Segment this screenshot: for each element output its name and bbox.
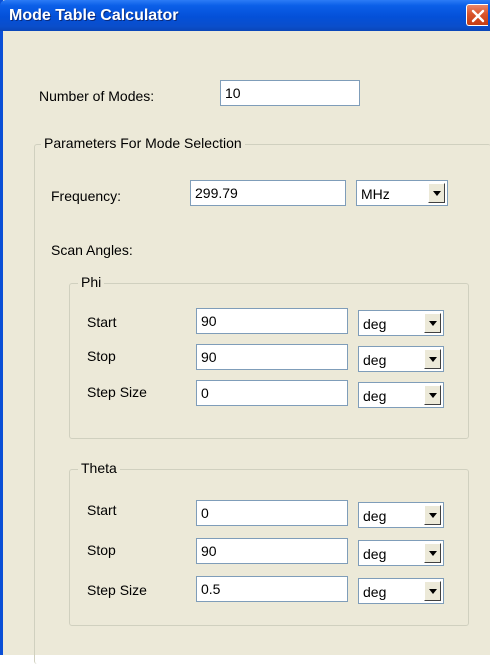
number-of-modes-input[interactable] — [220, 80, 360, 106]
title-bar[interactable]: Mode Table Calculator — [0, 0, 490, 31]
window-title: Mode Table Calculator — [9, 7, 179, 24]
mode-table-calculator-window: Mode Table Calculator Number of Modes: P… — [0, 0, 490, 664]
chevron-down-icon — [429, 321, 437, 326]
theta-start-input[interactable] — [196, 500, 348, 526]
dropdown-arrow-button[interactable] — [424, 349, 441, 369]
scan-angles-label: Scan Angles: — [51, 242, 133, 258]
number-of-modes-label: Number of Modes: — [39, 88, 155, 104]
parameters-group-title: Parameters For Mode Selection — [41, 135, 245, 151]
phi-step-size-label: Step Size — [87, 384, 147, 400]
theta-start-unit-value: deg — [363, 508, 387, 524]
phi-stop-unit-value: deg — [363, 352, 387, 368]
theta-step-size-input[interactable] — [196, 576, 348, 602]
chevron-down-icon — [429, 357, 437, 362]
theta-stop-unit-select[interactable]: deg — [358, 540, 444, 566]
dropdown-arrow-button[interactable] — [424, 505, 441, 525]
phi-start-label: Start — [87, 314, 117, 330]
frequency-unit-value: MHz — [361, 186, 390, 202]
frequency-input[interactable] — [190, 180, 346, 206]
theta-group-title: Theta — [78, 460, 120, 476]
chevron-down-icon — [429, 393, 437, 398]
close-icon — [471, 9, 485, 23]
phi-stop-unit-select[interactable]: deg — [358, 346, 444, 372]
chevron-down-icon — [429, 513, 437, 518]
dropdown-arrow-button[interactable] — [424, 385, 441, 405]
phi-step-size-input[interactable] — [196, 380, 348, 406]
theta-start-label: Start — [87, 502, 117, 518]
dropdown-arrow-button[interactable] — [428, 183, 445, 203]
dropdown-arrow-button[interactable] — [424, 313, 441, 333]
chevron-down-icon — [429, 589, 437, 594]
theta-stop-input[interactable] — [196, 538, 348, 564]
theta-step-size-unit-select[interactable]: deg — [358, 578, 444, 604]
phi-start-unit-value: deg — [363, 316, 387, 332]
phi-start-input[interactable] — [196, 308, 348, 334]
theta-start-unit-select[interactable]: deg — [358, 502, 444, 528]
close-button[interactable] — [466, 4, 488, 26]
theta-step-size-label: Step Size — [87, 582, 147, 598]
phi-step-size-unit-value: deg — [363, 388, 387, 404]
phi-step-size-unit-select[interactable]: deg — [358, 382, 444, 408]
frequency-unit-select[interactable]: MHz — [356, 180, 448, 206]
dropdown-arrow-button[interactable] — [424, 543, 441, 563]
dropdown-arrow-button[interactable] — [424, 581, 441, 601]
theta-stop-label: Stop — [87, 542, 116, 558]
chevron-down-icon — [429, 551, 437, 556]
theta-stop-unit-value: deg — [363, 546, 387, 562]
phi-start-unit-select[interactable]: deg — [358, 310, 444, 336]
phi-stop-input[interactable] — [196, 344, 348, 370]
theta-step-size-unit-value: deg — [363, 584, 387, 600]
phi-stop-label: Stop — [87, 348, 116, 364]
frequency-label: Frequency: — [51, 188, 122, 204]
chevron-down-icon — [433, 191, 441, 196]
phi-group-title: Phi — [78, 274, 105, 290]
